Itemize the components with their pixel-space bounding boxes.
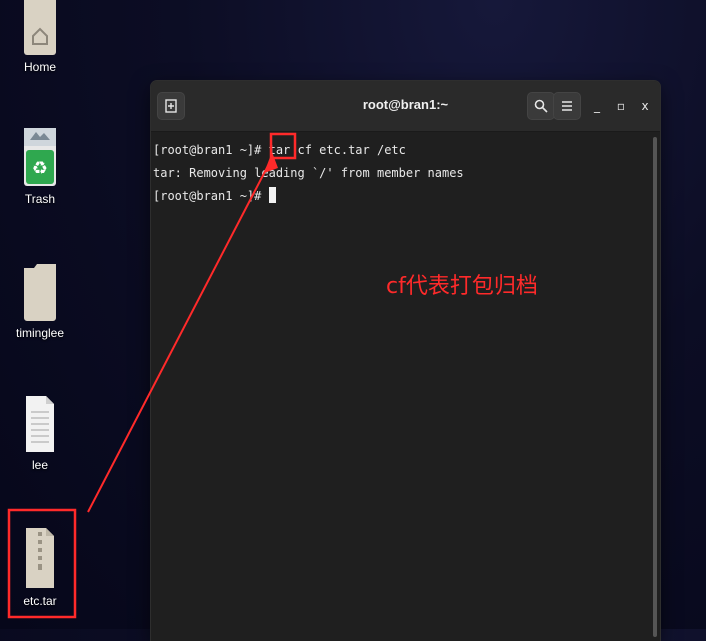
annotation-text: cf代表打包归档 xyxy=(386,274,538,299)
annotation-arrowhead xyxy=(264,152,278,173)
annotation-overlay xyxy=(7,132,297,619)
annotation-arrow xyxy=(87,157,273,513)
highlight-box-cf xyxy=(269,132,297,160)
highlight-box-etc-tar xyxy=(7,508,77,619)
